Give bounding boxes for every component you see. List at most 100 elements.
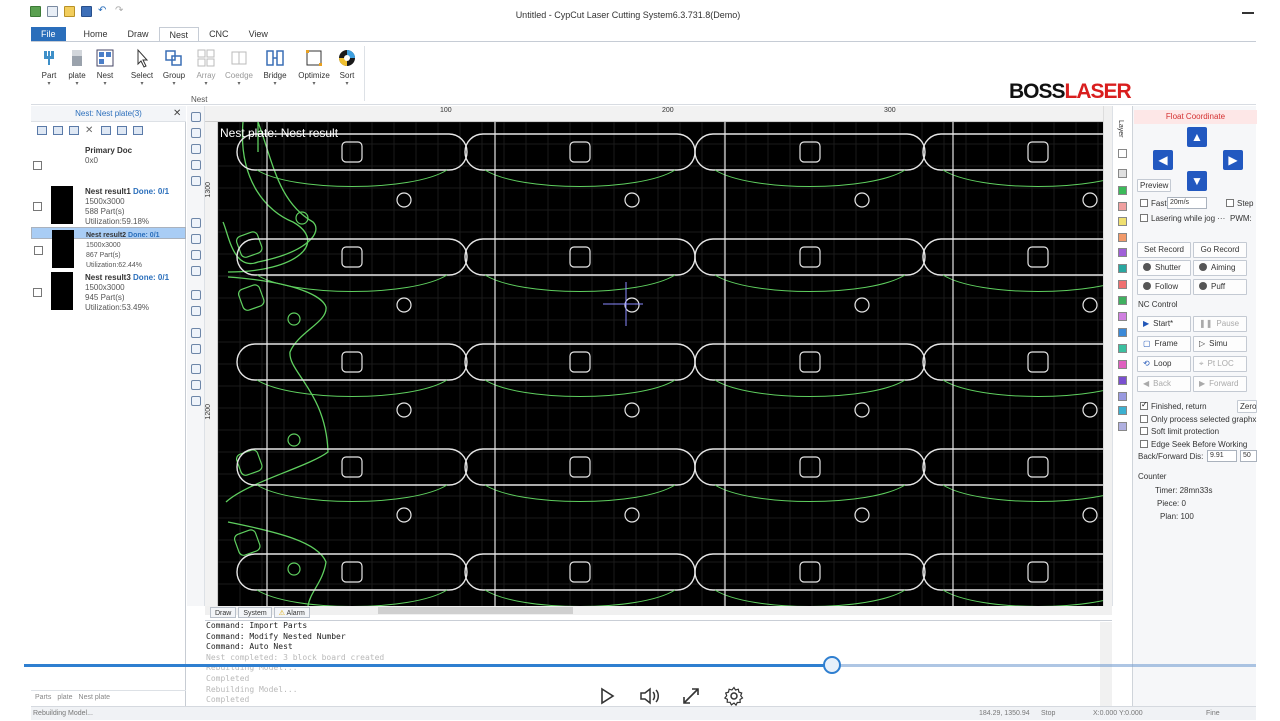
lasering-checkbox[interactable] <box>1140 214 1148 222</box>
only-selected-option[interactable]: Only process selected graphx <box>1140 415 1256 424</box>
fast-checkbox[interactable] <box>1140 199 1148 207</box>
tab-alarm-output[interactable]: ⚠ Alarm <box>273 607 310 618</box>
puff-button[interactable]: Puff <box>1193 279 1247 295</box>
group-button[interactable]: Group ▾ <box>159 48 189 87</box>
measure-tool-icon[interactable] <box>191 380 201 390</box>
pause-button[interactable]: ❚❚ Pause <box>1193 316 1247 332</box>
layer-color-swatch[interactable] <box>1118 169 1127 178</box>
zoom-icon[interactable] <box>191 176 201 186</box>
fullscreen-icon[interactable] <box>681 686 701 706</box>
node-edit-icon[interactable] <box>191 128 201 138</box>
layer-color-swatch[interactable] <box>1118 422 1127 431</box>
settings-gear-icon[interactable] <box>723 686 744 707</box>
forward-button[interactable]: ▶ Forward <box>1193 376 1247 392</box>
line-tool-icon[interactable] <box>191 218 201 228</box>
lasering-option[interactable]: Lasering while jog ··· <box>1140 214 1225 223</box>
nest-result-item[interactable]: Nest result3 Done: 0/1 1500x3000 945 Part… <box>31 270 186 314</box>
nest-result-item[interactable]: Nest result1 Done: 0/1 1500x3000 588 Part… <box>31 184 186 228</box>
pan-hand-icon[interactable] <box>191 160 201 170</box>
tab-home[interactable]: Home <box>74 27 118 42</box>
tab-parts[interactable]: Parts <box>35 691 51 704</box>
loop-button[interactable]: ⟲ Loop <box>1137 356 1191 372</box>
close-icon[interactable]: ✕ <box>173 108 181 119</box>
back-forward-speed-input[interactable]: 50 <box>1240 450 1257 462</box>
star-tool-icon[interactable] <box>191 344 201 354</box>
layer-color-swatch[interactable] <box>1118 217 1127 226</box>
preview-button[interactable]: Preview <box>1137 179 1171 192</box>
arrow-left-icon[interactable]: ◀ <box>1153 150 1173 170</box>
sort-button[interactable]: Sort ▾ <box>332 48 362 87</box>
video-scrubber-handle[interactable] <box>823 656 841 674</box>
nest-button[interactable]: Nest ▾ <box>90 48 120 87</box>
layer-color-swatch[interactable] <box>1118 280 1127 289</box>
primary-doc-item[interactable]: Primary Doc 0x0 <box>31 143 186 187</box>
optimize-button[interactable]: Optimize ▾ <box>297 48 331 87</box>
vertical-scrollbar[interactable] <box>1103 106 1112 606</box>
collapse-icon[interactable] <box>53 125 63 135</box>
nest-result-checkbox[interactable] <box>34 246 43 255</box>
shutter-button[interactable]: Shutter <box>1137 260 1191 276</box>
layer-color-swatch[interactable] <box>1118 264 1127 273</box>
layer-color-swatch[interactable] <box>1118 149 1127 158</box>
bridge-button[interactable]: Bridge ▾ <box>260 48 290 87</box>
simu-button[interactable]: ▷ Simu <box>1193 336 1247 352</box>
nest-result-checkbox[interactable] <box>33 202 42 211</box>
ellipse-tool-icon[interactable] <box>191 266 201 276</box>
speed-select[interactable]: 20m/s <box>1167 197 1207 209</box>
step-checkbox[interactable] <box>1226 199 1234 207</box>
edge-seek-option[interactable]: Edge Seek Before Working <box>1140 440 1247 449</box>
layer-color-swatch[interactable] <box>1118 248 1127 257</box>
finished-return-option[interactable]: Finished, return <box>1140 400 1207 411</box>
tree-icon[interactable] <box>69 125 79 135</box>
report-icon[interactable] <box>133 125 143 135</box>
tab-view[interactable]: View <box>239 27 278 42</box>
go-record-button[interactable]: Go Record <box>1193 242 1247 258</box>
drawing-canvas[interactable]: Nest plate: Nest result <box>218 122 1103 606</box>
nest-result-checkbox[interactable] <box>33 288 42 297</box>
layer-color-swatch[interactable] <box>1118 406 1127 415</box>
circle-tool-icon[interactable] <box>191 250 201 260</box>
select-tool-icon[interactable] <box>191 112 201 122</box>
layer-color-swatch[interactable] <box>1118 202 1127 211</box>
follow-button[interactable]: Follow <box>1137 279 1191 295</box>
aiming-button[interactable]: Aiming <box>1193 260 1247 276</box>
tab-system-output[interactable]: System <box>238 607 272 618</box>
frame-tool-icon[interactable] <box>191 396 201 406</box>
layer-color-swatch[interactable] <box>1118 233 1127 242</box>
coedge-button[interactable]: Coedge ▾ <box>224 48 254 87</box>
only-selected-checkbox[interactable] <box>1140 415 1148 423</box>
save-icon[interactable] <box>101 125 111 135</box>
start-button[interactable]: ▶ Start* <box>1137 316 1191 332</box>
volume-icon[interactable] <box>638 686 659 706</box>
layer-color-swatch[interactable] <box>1118 360 1127 369</box>
back-forward-dis-input[interactable]: 9.91 <box>1207 450 1237 462</box>
rectangle-tool-icon[interactable] <box>191 290 201 300</box>
step-option[interactable]: Step <box>1226 199 1253 208</box>
tab-draw-output[interactable]: Draw <box>210 607 237 618</box>
text-tool-icon[interactable] <box>191 328 201 338</box>
layer-color-swatch[interactable] <box>1118 392 1127 401</box>
layer-color-swatch[interactable] <box>1118 312 1127 321</box>
layer-color-swatch[interactable] <box>1118 186 1127 195</box>
arrow-right-icon[interactable]: ▶ <box>1223 150 1243 170</box>
arc-tool-icon[interactable] <box>191 234 201 244</box>
frame-button[interactable]: ▢ Frame <box>1137 336 1191 352</box>
scroll-thumb[interactable] <box>378 607 573 614</box>
tab-nest-plate[interactable]: Nest plate <box>79 691 111 704</box>
primary-doc-checkbox[interactable] <box>33 161 42 170</box>
play-icon[interactable] <box>596 686 616 706</box>
finished-return-checkbox[interactable] <box>1140 400 1148 410</box>
part-button[interactable]: Part ▾ <box>34 48 64 87</box>
select-button[interactable]: Select ▾ <box>127 48 157 87</box>
set-record-button[interactable]: Set Record <box>1137 242 1191 258</box>
layer-color-swatch[interactable] <box>1118 376 1127 385</box>
back-button[interactable]: ◀ Back <box>1137 376 1191 392</box>
delete-icon[interactable]: ✕ <box>85 125 95 135</box>
soft-limit-checkbox[interactable] <box>1140 427 1148 435</box>
expand-icon[interactable] <box>37 125 47 135</box>
pt-loc-button[interactable]: ⌖ Pt LOC <box>1193 356 1247 372</box>
polygon-tool-icon[interactable] <box>191 306 201 316</box>
tab-file[interactable]: File <box>31 27 66 42</box>
arrow-down-icon[interactable]: ▼ <box>1187 171 1207 191</box>
fast-option[interactable]: Fast <box>1140 199 1167 208</box>
